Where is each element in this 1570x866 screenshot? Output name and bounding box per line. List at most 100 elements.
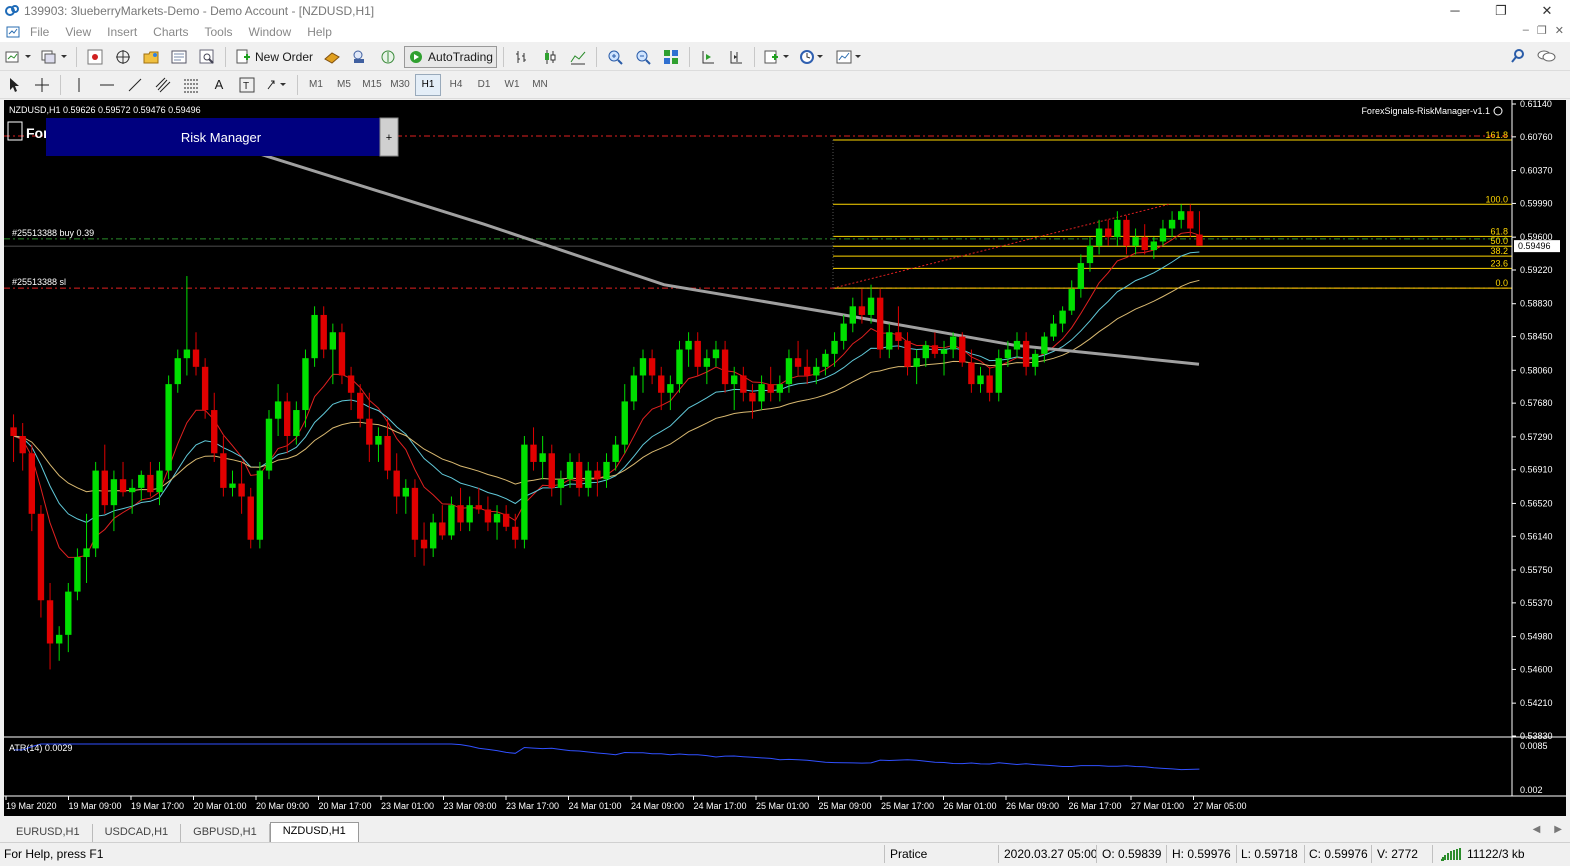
metaeditor-icon[interactable]: [320, 46, 344, 68]
minimize-button[interactable]: ─: [1432, 0, 1478, 22]
candlestick-chart-icon[interactable]: [538, 46, 562, 68]
profiles-button[interactable]: [38, 46, 70, 68]
candle-body: [858, 306, 866, 315]
candle-body: [995, 358, 1002, 393]
periods-button[interactable]: [797, 46, 829, 68]
price-chart[interactable]: 0.611400.607600.603700.599900.596000.592…: [4, 99, 1566, 816]
horizontal-line-icon[interactable]: [95, 74, 119, 96]
tile-windows-icon[interactable]: [659, 46, 683, 68]
equidistant-channel-icon[interactable]: [151, 74, 175, 96]
market-watch-icon[interactable]: [83, 46, 107, 68]
candle-body: [457, 505, 464, 523]
mdi-restore-button[interactable]: ❐: [1537, 24, 1547, 37]
timeframe-d1[interactable]: D1: [471, 74, 497, 96]
menu-tools[interactable]: Tools: [197, 25, 241, 39]
search-icon[interactable]: [1510, 48, 1526, 67]
candle-body: [676, 349, 683, 385]
timeframe-h4[interactable]: H4: [443, 74, 469, 96]
timeframe-m1[interactable]: M1: [303, 74, 329, 96]
fibonacci-icon[interactable]: [179, 74, 203, 96]
candle-body: [740, 375, 747, 393]
atr-label: ATR(14) 0.0029: [9, 743, 72, 753]
chart-shift-icon[interactable]: [724, 46, 748, 68]
menu-file[interactable]: File: [22, 25, 57, 39]
menu-view[interactable]: View: [57, 25, 99, 39]
candle-body: [1123, 219, 1130, 246]
new-chart-button[interactable]: [2, 46, 34, 68]
tab-usdcad[interactable]: USDCAD,H1: [93, 824, 182, 842]
candle-body: [1059, 310, 1066, 324]
candle-body: [192, 349, 200, 367]
line-chart-icon[interactable]: [566, 46, 590, 68]
menu-insert[interactable]: Insert: [99, 25, 145, 39]
bar-chart-icon[interactable]: [510, 46, 534, 68]
restore-button[interactable]: ❐: [1478, 0, 1524, 22]
fib-level-label: 0.0: [1495, 278, 1508, 288]
text-icon[interactable]: A: [207, 74, 231, 96]
menu-window[interactable]: Window: [241, 25, 300, 39]
time-axis-label: 24 Mar 17:00: [694, 801, 747, 811]
new-order-button[interactable]: New Order: [232, 46, 316, 68]
candle-body: [822, 353, 829, 367]
candle-body: [1159, 228, 1167, 242]
autotrading-button[interactable]: AutoTrading: [404, 45, 497, 68]
candle-body: [119, 479, 127, 493]
auto-scroll-icon[interactable]: [696, 46, 720, 68]
new-order-icon: [236, 49, 250, 63]
zoom-in-icon[interactable]: [603, 46, 627, 68]
mdi-minimize-button[interactable]: –: [1523, 24, 1529, 37]
candle-body: [265, 418, 273, 471]
crosshair-icon[interactable]: [30, 74, 54, 96]
tab-nzdusd[interactable]: NZDUSD,H1: [269, 822, 359, 842]
trendline-icon[interactable]: [123, 74, 147, 96]
menu-charts[interactable]: Charts: [145, 25, 196, 39]
navigator-icon[interactable]: [139, 46, 163, 68]
candle-body: [594, 470, 601, 480]
tab-scroll-right-icon[interactable]: ▶: [1554, 824, 1562, 835]
timeframe-mn[interactable]: MN: [527, 74, 553, 96]
text-label-icon[interactable]: T: [235, 74, 259, 96]
data-window-icon[interactable]: [111, 46, 135, 68]
candle-body: [238, 483, 245, 497]
close-button[interactable]: ✕: [1524, 0, 1570, 22]
timeframe-m15[interactable]: M15: [359, 74, 385, 96]
candle-body: [320, 314, 327, 350]
candle-body: [803, 366, 811, 376]
tab-scroll-left-icon[interactable]: ◀: [1533, 824, 1541, 835]
chart-window[interactable]: 0.61140 0.60760 0.60370 0.59990 0.59600 0.592…: [4, 99, 1566, 816]
time-axis-label: 19 Mar 09:00: [69, 801, 122, 811]
tab-gbpusd[interactable]: GBPUSD,H1: [181, 824, 270, 842]
candle-body: [612, 444, 619, 462]
timeframe-m30[interactable]: M30: [387, 74, 413, 96]
time-axis-label: 19 Mar 17:00: [131, 801, 184, 811]
market-icon[interactable]: [376, 46, 400, 68]
arrows-button[interactable]: [263, 74, 291, 96]
mdi-close-button[interactable]: ✕: [1555, 24, 1564, 37]
candle-body: [256, 470, 264, 540]
strategy-tester-icon[interactable]: [195, 46, 219, 68]
chat-icon[interactable]: [1536, 48, 1556, 67]
zoom-out-icon[interactable]: [631, 46, 655, 68]
price-axis-label: 0.54210: [1520, 698, 1553, 708]
timeframe-m5[interactable]: M5: [331, 74, 357, 96]
candle-body: [366, 418, 373, 445]
templates-button[interactable]: [833, 46, 865, 68]
risk-manager-panel[interactable]: Risk Manager +: [46, 117, 399, 157]
timeframe-h1[interactable]: H1: [415, 73, 441, 96]
signals-icon[interactable]: [348, 46, 372, 68]
menu-help[interactable]: Help: [299, 25, 340, 39]
candle-body: [813, 366, 820, 376]
price-axis-label: 0.55370: [1520, 598, 1553, 608]
tab-eurusd[interactable]: EURUSD,H1: [4, 824, 93, 842]
candle-body: [639, 358, 647, 376]
candle-body: [557, 479, 565, 488]
vertical-line-icon[interactable]: [67, 74, 91, 96]
candle-body: [384, 435, 391, 471]
timeframe-w1[interactable]: W1: [499, 74, 525, 96]
line-studies-toolbar: A T M1 M5 M15 M30 H1 H4 D1 W1 MN: [0, 71, 1570, 99]
fib-level-label: 100.0: [1485, 194, 1508, 204]
indicators-button[interactable]: [761, 46, 793, 68]
chart-header: NZDUSD,H1 0.59626 0.59572 0.59476 0.5949…: [9, 105, 201, 115]
cursor-icon[interactable]: [2, 74, 26, 96]
terminal-icon[interactable]: [167, 46, 191, 68]
